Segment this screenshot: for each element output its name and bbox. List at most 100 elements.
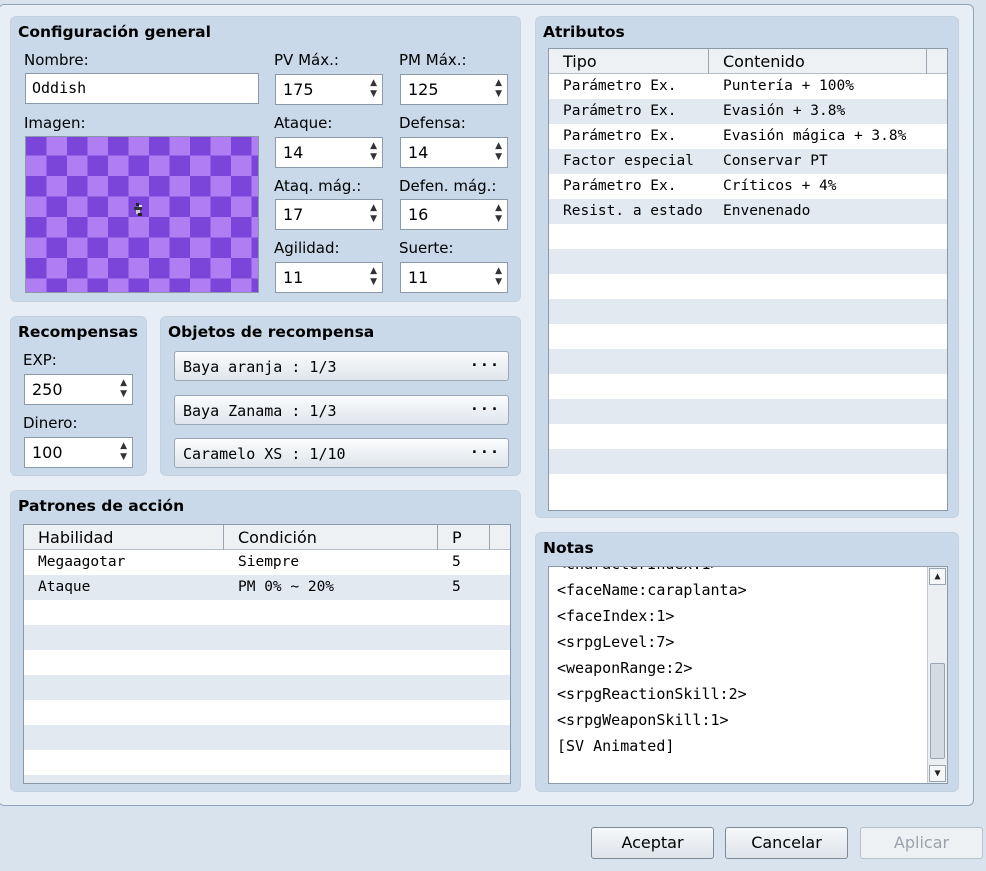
action-condition-cell: Siempre xyxy=(238,554,300,570)
table-row[interactable] xyxy=(549,399,947,424)
drop-items-title: Objetos de recompensa xyxy=(168,323,375,341)
table-row[interactable] xyxy=(549,449,947,474)
table-row[interactable] xyxy=(24,625,510,650)
note-line: [SV Animated] xyxy=(557,737,675,755)
stat-spinner-atk[interactable]: 14 ▲ ▼ xyxy=(275,137,383,168)
action-patterns-panel: Patrones de acción Habilidad Condición P… xyxy=(10,490,521,792)
spin-arrows-icon[interactable]: ▲ ▼ xyxy=(495,266,502,288)
note-line: <weaponRange:2> xyxy=(557,659,693,677)
stat-spinner-agi[interactable]: 11 ▲ ▼ xyxy=(275,262,383,293)
spin-arrows-icon[interactable]: ▲ ▼ xyxy=(495,141,502,163)
table-row[interactable] xyxy=(24,650,510,675)
table-row[interactable]: Parámetro Ex. Críticos + 4% xyxy=(549,174,947,199)
spin-arrows-icon[interactable]: ▲ ▼ xyxy=(370,203,377,225)
stat-label-def: Defensa: xyxy=(399,114,466,132)
stat-spinner-def[interactable]: 14 ▲ ▼ xyxy=(400,137,508,168)
table-row[interactable]: Resist. a estado Envenenado xyxy=(549,199,947,224)
stat-label-atk: Ataque: xyxy=(274,114,333,132)
gold-label: Dinero: xyxy=(23,414,78,432)
column-header-condition[interactable]: Condición xyxy=(224,525,438,550)
table-row[interactable] xyxy=(549,249,947,274)
more-icon: ··· xyxy=(469,443,500,461)
drop-item-button[interactable]: Caramelo XS : 1/10 ··· xyxy=(174,438,509,468)
drop-item-button[interactable]: Baya Zanama : 1/3 ··· xyxy=(174,395,509,425)
drop-item-button[interactable]: Baya aranja : 1/3 ··· xyxy=(174,351,509,381)
more-icon: ··· xyxy=(469,356,500,374)
exp-spinner[interactable]: 250 ▲ ▼ xyxy=(24,374,133,405)
stat-label-mat: Ataq. mág.: xyxy=(274,177,362,195)
stat-spinner-mat[interactable]: 17 ▲ ▼ xyxy=(275,199,383,230)
action-priority-cell: 5 xyxy=(452,554,461,570)
column-header-type[interactable]: Tipo xyxy=(549,49,709,74)
ok-button[interactable]: Aceptar xyxy=(591,827,714,859)
stat-value-mat: 17 xyxy=(283,205,304,224)
spin-arrows-icon[interactable]: ▲ ▼ xyxy=(370,141,377,163)
table-row[interactable]: Parámetro Ex. Puntería + 100% xyxy=(549,74,947,99)
stat-value-agi: 11 xyxy=(283,268,304,287)
cancel-button[interactable]: Cancelar xyxy=(725,827,848,859)
spin-arrows-icon[interactable]: ▲ ▼ xyxy=(120,441,127,463)
table-row[interactable] xyxy=(24,675,510,700)
stat-value-mdf: 16 xyxy=(408,205,429,224)
stat-value-atk: 14 xyxy=(283,143,304,162)
trait-type-cell: Resist. a estado xyxy=(563,203,703,219)
table-row[interactable] xyxy=(549,324,947,349)
spin-arrows-icon[interactable]: ▲ ▼ xyxy=(495,203,502,225)
table-row[interactable] xyxy=(549,224,947,249)
stat-spinner-mhp[interactable]: 175 ▲ ▼ xyxy=(275,74,383,105)
spin-arrows-icon[interactable]: ▲ ▼ xyxy=(495,78,502,100)
stat-label-mmp: PM Máx.: xyxy=(399,51,467,69)
exp-label: EXP: xyxy=(23,351,57,369)
rewards-panel: Recompensas EXP: 250 ▲ ▼ Dinero: 100 ▲ ▼ xyxy=(10,316,147,476)
traits-table[interactable]: Tipo Contenido Parámetro Ex. Puntería + 1… xyxy=(548,48,948,511)
column-header-content[interactable]: Contenido xyxy=(709,49,927,74)
table-row[interactable] xyxy=(549,474,947,499)
trait-content-cell: Conservar PT xyxy=(723,153,828,169)
trait-content-cell: Críticos + 4% xyxy=(723,178,837,194)
table-row[interactable]: Factor especial Conservar PT xyxy=(549,149,947,174)
name-input[interactable]: Oddish xyxy=(25,73,259,104)
table-row[interactable]: Megaagotar Siempre 5 xyxy=(24,550,510,575)
notes-textarea[interactable]: <characterIndex:1> <faceName:caraplanta> <… xyxy=(548,566,948,784)
spin-arrows-icon[interactable]: ▲ ▼ xyxy=(370,78,377,100)
table-row[interactable]: Parámetro Ex. Evasión + 3.8% xyxy=(549,99,947,124)
spin-arrows-icon[interactable]: ▲ ▼ xyxy=(370,266,377,288)
table-row[interactable] xyxy=(549,274,947,299)
rewards-title: Recompensas xyxy=(18,323,138,341)
table-row[interactable] xyxy=(549,299,947,324)
table-row[interactable] xyxy=(549,349,947,374)
table-row[interactable]: Parámetro Ex. Evasión mágica + 3.8% xyxy=(549,124,947,149)
note-line: <srpgReactionSkill:2> xyxy=(557,685,747,703)
stat-label-mhp: PV Máx.: xyxy=(274,51,339,69)
stat-spinner-luk[interactable]: 11 ▲ ▼ xyxy=(400,262,508,293)
table-row[interactable] xyxy=(24,600,510,625)
table-row[interactable] xyxy=(549,374,947,399)
trait-content-cell: Puntería + 100% xyxy=(723,78,854,94)
scroll-down-icon[interactable]: ▼ xyxy=(929,765,946,782)
trait-type-cell: Parámetro Ex. xyxy=(563,78,677,94)
more-icon: ··· xyxy=(469,400,500,418)
table-row[interactable] xyxy=(24,750,510,775)
trait-type-cell: Parámetro Ex. xyxy=(563,178,677,194)
note-line: <faceIndex:1> xyxy=(557,607,675,625)
gold-spinner[interactable]: 100 ▲ ▼ xyxy=(24,437,133,468)
trait-type-cell: Parámetro Ex. xyxy=(563,128,677,144)
apply-button[interactable]: Aplicar xyxy=(860,827,983,859)
drop-items-panel: Objetos de recompensa Baya aranja : 1/3 ·… xyxy=(160,316,521,476)
column-header-priority[interactable]: P xyxy=(438,525,490,550)
column-header-skill[interactable]: Habilidad xyxy=(24,525,224,550)
scroll-up-icon[interactable]: ▲ xyxy=(929,568,946,585)
enemy-image-picker[interactable] xyxy=(25,136,259,293)
table-row[interactable] xyxy=(24,725,510,750)
note-line: <characterIndex:1> xyxy=(557,567,720,573)
stat-spinner-mdf[interactable]: 16 ▲ ▼ xyxy=(400,199,508,230)
table-row[interactable] xyxy=(24,700,510,725)
scrollbar-thumb[interactable] xyxy=(930,663,945,759)
notes-scrollbar[interactable]: ▲ ▼ xyxy=(927,567,947,783)
spin-arrows-icon[interactable]: ▲ ▼ xyxy=(120,378,127,400)
action-patterns-table[interactable]: Habilidad Condición P Megaagotar Siempre 5… xyxy=(23,524,511,784)
table-row[interactable] xyxy=(24,775,510,783)
table-row[interactable] xyxy=(549,424,947,449)
stat-spinner-mmp[interactable]: 125 ▲ ▼ xyxy=(400,74,508,105)
table-row[interactable]: Ataque PM 0% ~ 20% 5 xyxy=(24,575,510,600)
